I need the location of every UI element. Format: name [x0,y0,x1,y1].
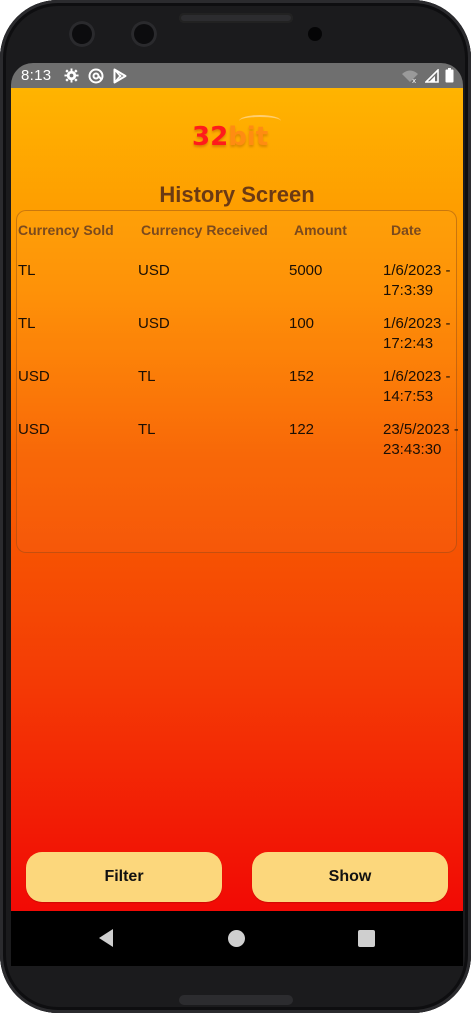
cell-date: 23/5/2023 - 23:43:30 [383,420,458,460]
column-header-amount: Amount [294,222,347,238]
cell-currency-received: USD [138,262,170,279]
column-header-date: Date [391,222,422,238]
table-row[interactable]: TL USD 5000 1/6/2023 - 17:3:39 [17,261,458,314]
show-button[interactable]: Show [252,852,448,902]
wifi-icon: x [402,70,418,83]
bottom-speaker [179,995,293,1005]
table-row[interactable]: TL USD 100 1/6/2023 - 17:2:43 [17,314,458,367]
cell-currency-sold: TL [18,315,36,332]
status-notification-icons [64,68,127,84]
cell-currency-sold: USD [18,421,50,438]
cell-date: 1/6/2023 - 17:2:43 [383,314,458,354]
table-row[interactable]: USD TL 152 1/6/2023 - 14:7:53 [17,367,458,420]
home-icon[interactable] [228,930,245,947]
battery-icon [445,68,454,83]
cell-currency-received: USD [138,315,170,332]
play-store-icon [113,68,127,83]
page-title: History Screen [159,182,315,207]
status-time: 8:13 [21,67,52,84]
status-system-icons: x [401,68,454,83]
table-row[interactable]: USD TL 122 23/5/2023 - 23:43:30 [17,420,458,473]
cell-date-line1: 1/6/2023 - [383,262,451,279]
cell-amount: 100 [289,315,315,332]
cell-date: 1/6/2023 - 17:3:39 [383,261,458,301]
cell-date: 1/6/2023 - 14:7:53 [383,367,458,407]
cell-date-line2: 14:7:53 [383,388,434,405]
cell-amount: 122 [289,421,315,438]
history-table: Currency Sold Currency Received Amount D… [16,210,458,553]
cell-amount: 152 [289,368,315,385]
app-logo: 32bit [192,122,268,152]
phone-frame: 8:13 x 32bit History Screen Currency Sol… [0,0,471,1013]
status-bar: 8:13 x [11,63,463,88]
cell-date-line2: 17:3:39 [383,282,434,299]
at-sign-icon [88,68,104,83]
cell-date-line1: 23/5/2023 - [383,421,458,438]
cell-amount: 5000 [289,262,323,279]
cell-currency-received: TL [138,421,156,438]
column-header-currency-received: Currency Received [141,222,268,238]
filter-button[interactable]: Filter [26,852,222,902]
proximity-sensor-icon [308,27,322,41]
cell-date-line2: 17:2:43 [383,335,434,352]
history-screen: 32bit History Screen Currency Sold Curre… [11,88,463,911]
recent-apps-icon[interactable] [358,930,375,947]
signal-icon [425,68,439,83]
cell-currency-received: TL [138,368,156,385]
logo-word: bit [228,122,269,152]
logo-number: 32 [192,122,229,152]
column-header-currency-sold: Currency Sold [18,222,114,238]
cell-currency-sold: TL [18,262,36,279]
svg-text:x: x [412,77,416,83]
navigation-bar [11,911,463,966]
earpiece-speaker [179,13,293,23]
cell-date-line2: 23:43:30 [383,441,442,458]
cell-currency-sold: USD [18,368,50,385]
screen: 8:13 x 32bit History Screen Currency Sol… [11,63,463,966]
front-sensor-icon [131,21,157,47]
cell-date-line1: 1/6/2023 - [383,368,451,385]
back-icon[interactable] [98,928,114,948]
front-camera-icon [69,21,95,47]
gear-icon [64,68,79,83]
cell-date-line1: 1/6/2023 - [383,315,451,332]
